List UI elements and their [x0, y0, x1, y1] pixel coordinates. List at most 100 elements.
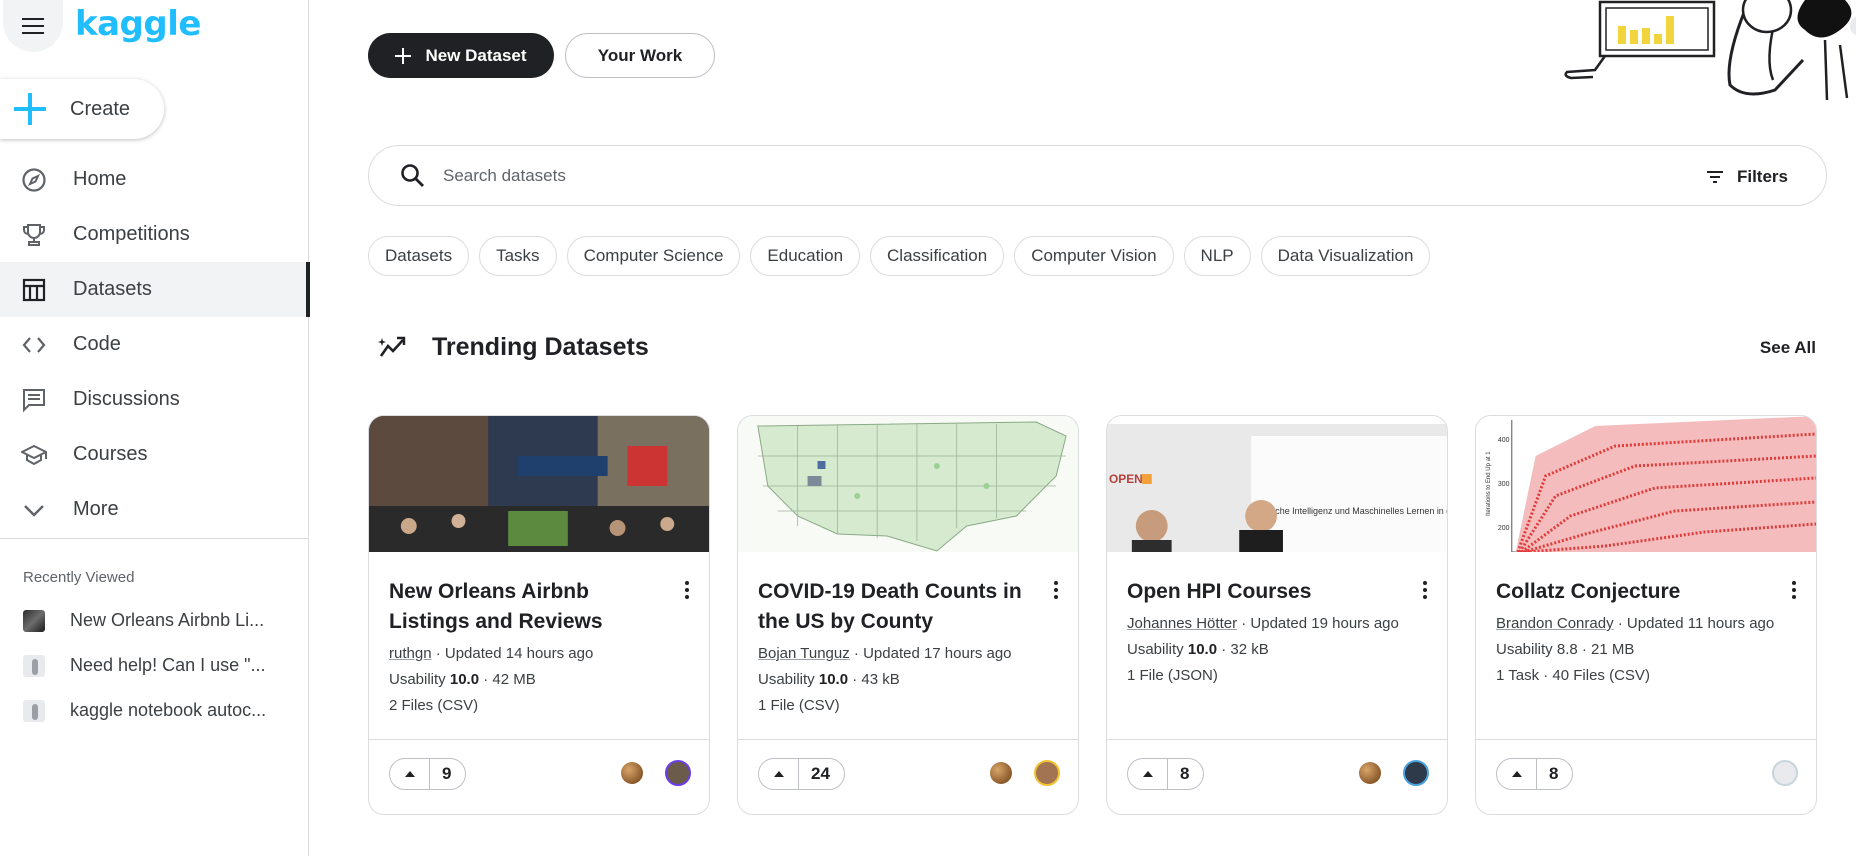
sidebar-item-home[interactable]: Home — [0, 152, 309, 207]
usability-label: Usability — [389, 671, 450, 688]
recent-item[interactable]: kaggle notebook autoc... — [0, 688, 309, 733]
avatars — [990, 760, 1060, 786]
dataset-title[interactable]: New Orleans Airbnb Listings and Reviews — [389, 577, 661, 637]
discussion-thumbnail — [23, 654, 45, 677]
filters-button[interactable]: Filters — [1705, 146, 1788, 207]
slide-title: Künstliche Intelligenz und Maschinelles … — [1248, 506, 1447, 516]
more-vert-icon[interactable] — [1048, 578, 1064, 602]
sidebar-item-label: Courses — [73, 443, 148, 465]
chip-datasets[interactable]: Datasets — [368, 236, 470, 276]
search-input[interactable] — [443, 165, 1543, 186]
vote-count: 8 — [1549, 764, 1559, 783]
author-link[interactable]: Bojan Tunguz — [758, 645, 850, 662]
dataset-title[interactable]: Collatz Conjecture — [1496, 577, 1768, 607]
main-content: New Dataset Your Work Filters Datasets T… — [310, 0, 1856, 856]
upvote-button[interactable]: 9 — [389, 758, 467, 790]
chip-data-visualization[interactable]: Data Visualization — [1260, 236, 1431, 276]
sidebar-item-discussions[interactable]: Discussions — [0, 372, 309, 427]
chip-education[interactable]: Education — [750, 236, 861, 276]
dataset-card[interactable]: New Orleans Airbnb Listings and Reviews … — [368, 415, 710, 815]
more-vert-icon[interactable] — [1417, 578, 1433, 602]
recent-item[interactable]: New Orleans Airbnb Li... — [0, 598, 309, 643]
plus-icon — [395, 47, 412, 64]
trophy-icon — [20, 221, 48, 249]
card-footer: 8 — [1476, 739, 1816, 814]
updated-text: · Updated 19 hours ago — [1237, 615, 1399, 632]
code-icon — [20, 331, 48, 359]
section-header: Trending Datasets — [378, 332, 649, 362]
plus-icon — [14, 93, 46, 125]
sidebar-item-code[interactable]: Code — [0, 317, 309, 372]
dataset-image — [369, 416, 709, 552]
dataset-image: Iterations to End Up at 1 400 300 200 — [1476, 416, 1816, 554]
sidebar-item-courses[interactable]: Courses — [0, 427, 309, 482]
create-button[interactable]: Create — [0, 79, 164, 139]
avatars — [621, 760, 691, 786]
avatar[interactable] — [665, 760, 691, 786]
sidebar-item-label: Competitions — [73, 223, 190, 245]
avatar[interactable] — [1772, 760, 1798, 786]
card-footer: 8 — [1107, 739, 1447, 814]
sidebar-item-datasets[interactable]: Datasets — [0, 262, 310, 317]
dataset-card[interactable]: Iterations to End Up at 1 400 300 200 Co… — [1475, 415, 1817, 815]
see-all-link[interactable]: See All — [1760, 338, 1816, 358]
trending-icon — [378, 336, 406, 357]
new-dataset-button[interactable]: New Dataset — [368, 33, 554, 78]
updated-text: · Updated 11 hours ago — [1613, 615, 1775, 632]
sidebar-item-label: Discussions — [73, 388, 180, 410]
recent-item-label: New Orleans Airbnb Li... — [70, 610, 265, 630]
upvote-button[interactable]: 24 — [758, 758, 845, 790]
chip-classification[interactable]: Classification — [870, 236, 1005, 276]
upvote-button[interactable]: 8 — [1127, 758, 1205, 790]
sidebar-item-competitions[interactable]: Competitions — [0, 207, 309, 262]
your-work-button[interactable]: Your Work — [565, 33, 715, 78]
chip-computer-vision[interactable]: Computer Vision — [1014, 236, 1174, 276]
card-footer: 24 — [738, 739, 1078, 814]
dataset-size: · 42 MB — [479, 671, 536, 688]
dataset-card[interactable]: OPEN Künstliche Intelligenz und Maschine… — [1106, 415, 1448, 815]
sidebar-item-label: Code — [73, 333, 121, 355]
recent-item-label: Need help! Can I use "... — [70, 655, 266, 675]
upvote-button[interactable]: 8 — [1496, 758, 1574, 790]
dataset-byline: Bojan Tunguz · Updated 17 hours ago — [758, 643, 1012, 665]
chip-computer-science[interactable]: Computer Science — [566, 236, 741, 276]
sidebar-divider — [0, 538, 309, 539]
recent-item-label: kaggle notebook autoc... — [70, 700, 267, 720]
dataset-usability: Usability 8.8 · 21 MB — [1496, 639, 1634, 661]
author-link[interactable]: Johannes Hötter — [1127, 615, 1237, 632]
avatars — [1359, 760, 1429, 786]
sidebar-item-more[interactable]: More — [0, 482, 309, 537]
collatz-tick: 200 — [1498, 525, 1510, 532]
dataset-title[interactable]: COVID-19 Death Counts in the US by Count… — [758, 577, 1030, 637]
menu-button[interactable] — [3, 0, 63, 52]
dataset-card[interactable]: COVID-19 Death Counts in the US by Count… — [737, 415, 1079, 815]
hpi-logo-text: OPEN — [1109, 472, 1143, 486]
medal-icon — [990, 762, 1012, 784]
updated-text: · Updated 17 hours ago — [849, 645, 1012, 662]
arrow-up-icon — [390, 759, 430, 789]
avatar[interactable] — [1403, 760, 1429, 786]
vote-count: 8 — [1180, 764, 1190, 783]
usability-label: Usability — [758, 671, 819, 688]
dataset-usability: Usability 10.0 · 43 kB — [758, 669, 900, 691]
sidebar-nav: Home Competitions Datasets Code Discussi… — [0, 152, 310, 537]
updated-text: · Updated 14 hours ago — [431, 645, 594, 662]
chip-nlp[interactable]: NLP — [1183, 236, 1251, 276]
chip-tasks[interactable]: Tasks — [479, 236, 557, 276]
author-link[interactable]: Brandon Conrady — [1496, 615, 1614, 632]
avatar[interactable] — [1034, 760, 1060, 786]
table-icon — [20, 276, 48, 304]
usability-score: 8.8 — [1556, 641, 1578, 658]
more-vert-icon[interactable] — [679, 578, 695, 602]
medal-icon — [621, 762, 643, 784]
kaggle-logo[interactable]: kaggle — [75, 4, 201, 44]
dataset-title[interactable]: Open HPI Courses — [1127, 577, 1399, 607]
dataset-usability: Usability 10.0 · 32 kB — [1127, 639, 1269, 661]
author-link[interactable]: ruthgn — [389, 645, 432, 662]
dataset-files: 1 File (JSON) — [1127, 667, 1218, 684]
recent-item[interactable]: Need help! Can I use "... — [0, 643, 309, 688]
dataset-thumbnail — [23, 609, 45, 632]
school-icon — [20, 441, 48, 469]
more-vert-icon[interactable] — [1786, 578, 1802, 602]
vote-count: 9 — [442, 764, 452, 783]
